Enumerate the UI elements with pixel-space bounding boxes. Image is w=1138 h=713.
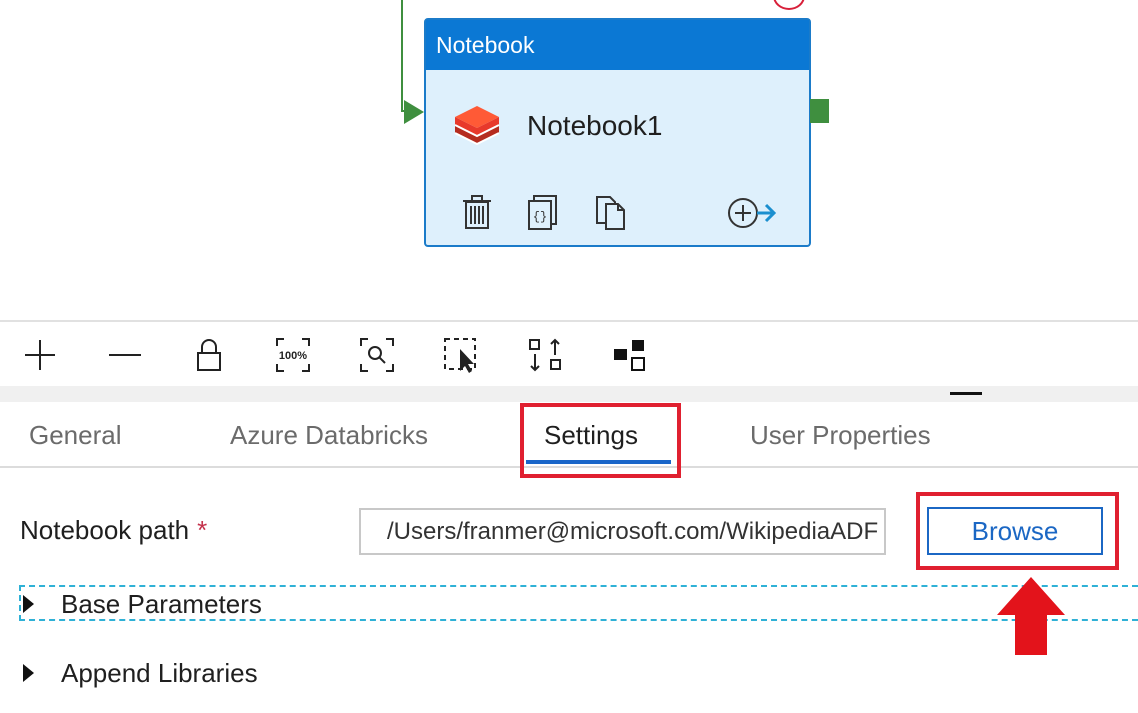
append-libraries-section[interactable]: Append Libraries — [20, 655, 258, 691]
callout-arrow-icon — [997, 577, 1065, 655]
databricks-icon — [454, 106, 500, 146]
pipeline-canvas[interactable]: Notebook Notebook1 {} — [0, 0, 1138, 320]
tab-general[interactable]: General — [29, 420, 122, 451]
browse-button-callout — [916, 492, 1119, 570]
zoom-in-icon[interactable] — [21, 336, 59, 374]
settings-tab-callout — [520, 403, 681, 478]
lock-icon[interactable] — [190, 336, 228, 374]
activity-type-label: Notebook — [426, 20, 809, 70]
notebook-path-label-text: Notebook path — [20, 515, 190, 545]
delete-icon[interactable] — [460, 194, 494, 230]
success-output-port[interactable] — [810, 99, 829, 123]
expand-caret-icon[interactable] — [23, 664, 34, 682]
dependency-connector — [401, 0, 403, 112]
notebook-path-input[interactable] — [359, 508, 886, 555]
activity-name: Notebook1 — [527, 110, 663, 141]
add-output-icon[interactable] — [726, 194, 778, 230]
select-region-icon[interactable] — [442, 336, 480, 374]
zoom-out-icon[interactable] — [106, 336, 144, 374]
zoom-100-text: 100% — [279, 350, 307, 362]
splitter-grip-icon[interactable] — [950, 392, 982, 395]
activity-body: Notebook1 {} — [426, 70, 809, 247]
zoom-100-icon[interactable]: 100% — [274, 336, 312, 374]
append-libraries-label: Append Libraries — [61, 657, 258, 688]
error-indicator-icon[interactable] — [773, 0, 805, 10]
auto-align-icon[interactable] — [526, 336, 564, 374]
notebook-path-label: Notebook path * — [20, 515, 207, 546]
base-parameters-section[interactable]: Base Parameters — [20, 586, 262, 622]
canvas-toolbar: 100% — [0, 320, 1138, 386]
dependency-arrow-icon — [404, 100, 424, 124]
expand-caret-icon[interactable] — [23, 595, 34, 613]
code-icon[interactable]: {} — [526, 194, 560, 230]
tab-azure-databricks[interactable]: Azure Databricks — [230, 420, 428, 451]
tab-user-properties[interactable]: User Properties — [750, 420, 931, 451]
base-parameters-label: Base Parameters — [61, 588, 262, 619]
zoom-to-fit-icon[interactable] — [358, 336, 396, 374]
minimap-icon[interactable] — [610, 336, 648, 374]
notebook-activity-node[interactable]: Notebook Notebook1 {} — [424, 18, 811, 247]
svg-text:{}: {} — [533, 210, 547, 224]
copy-icon[interactable] — [594, 194, 628, 230]
required-marker: * — [197, 515, 208, 545]
